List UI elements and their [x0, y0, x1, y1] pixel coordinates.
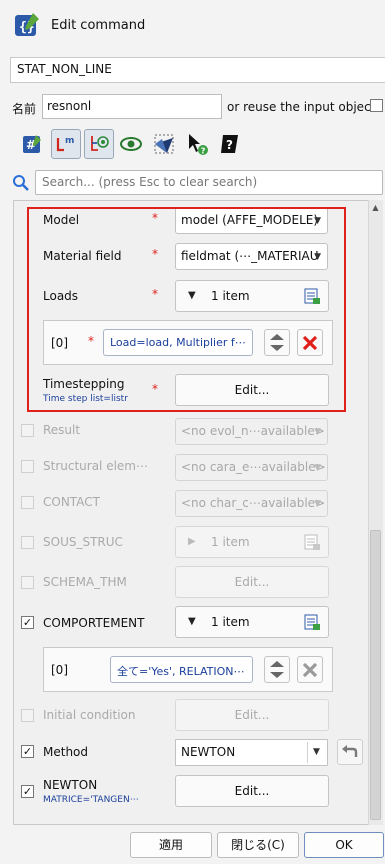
dropdown-arrow-icon: ▼	[314, 499, 321, 509]
delete-item-button[interactable]	[297, 656, 323, 683]
newton-edit-button[interactable]: Edit...	[175, 775, 329, 807]
reuse-label: or reuse the input object	[227, 100, 376, 114]
newton-sub: MATRICE='TANGEN⋯	[43, 795, 139, 805]
pointer-help-icon[interactable]: ?	[182, 129, 212, 159]
newton-label: NEWTON	[43, 778, 98, 792]
dropdown-arrow-icon: ▼	[314, 463, 321, 473]
hash-icon[interactable]: #	[17, 129, 47, 159]
dropdown-arrow-icon: ▼	[307, 742, 325, 763]
reuse-checkbox[interactable]	[370, 99, 383, 112]
result-value: <no evol_n⋯available>	[181, 424, 325, 438]
method-label: Method	[43, 745, 89, 759]
eye-icon[interactable]	[116, 129, 146, 159]
sous-struc-checkbox[interactable]	[21, 536, 34, 549]
collapse-triangle-icon: ▼	[188, 616, 196, 627]
sous-struc-list-button[interactable]: ▶ 1 item	[175, 526, 329, 558]
list-add-icon	[304, 534, 320, 553]
svg-text:?: ?	[201, 147, 206, 156]
lm-icon[interactable]: m	[51, 129, 81, 159]
list-add-icon	[304, 614, 320, 633]
initial-condition-edit-button[interactable]: Edit...	[175, 699, 329, 731]
structural-label: Structural elem⋯	[43, 459, 148, 473]
structural-value: <no cara_e⋯available>	[181, 460, 326, 474]
name-label: 名前	[12, 102, 37, 116]
svg-text:?: ?	[226, 138, 233, 152]
contact-label: CONTACT	[43, 495, 100, 509]
comportement-checkbox[interactable]: ✓	[21, 616, 34, 629]
scroll-thumb[interactable]	[370, 530, 381, 820]
svg-text:m: m	[65, 136, 74, 146]
mesh-icon[interactable]	[149, 129, 179, 159]
code-brackets-icon: {}	[14, 12, 40, 38]
dropdown-arrow-icon: ▼	[314, 427, 321, 437]
comportement-label: COMPORTEMENT	[43, 616, 145, 630]
comportement-list-button[interactable]: ▼ 1 item	[175, 606, 329, 638]
initial-condition-checkbox[interactable]	[21, 709, 34, 722]
result-checkbox[interactable]	[21, 424, 34, 437]
schema-thm-edit-button[interactable]: Edit...	[175, 566, 329, 598]
name-input[interactable]: resnonl	[42, 94, 222, 119]
sous-struc-label: SOUS_STRUC	[43, 535, 123, 549]
structural-checkbox[interactable]	[21, 460, 34, 473]
close-button[interactable]: 閉じる(C)	[217, 832, 299, 858]
command-name-field: STAT_NON_LINE	[10, 57, 385, 83]
schema-thm-checkbox[interactable]	[21, 576, 34, 589]
schema-thm-label: SCHEMA_THM	[43, 575, 127, 589]
contact-combo[interactable]: <no char_c⋯available> ▼	[175, 490, 328, 517]
method-combo[interactable]: NEWTON ▼	[175, 739, 328, 766]
initial-condition-label: Initial condition	[43, 708, 136, 722]
comportement-item-button[interactable]: 全て='Yes', RELATION⋯	[110, 656, 253, 683]
apply-button[interactable]: 適用	[130, 832, 212, 858]
sous-struc-count: 1 item	[211, 535, 250, 549]
tree-view-icon[interactable]	[84, 129, 114, 159]
contact-value: <no char_c⋯available>	[181, 496, 326, 510]
expand-triangle-icon: ▶	[188, 536, 196, 547]
method-checkbox[interactable]: ✓	[21, 745, 34, 758]
undo-arrow-icon	[342, 745, 358, 757]
search-icon	[12, 174, 30, 192]
reset-button[interactable]	[337, 739, 363, 765]
highlight-box	[27, 207, 346, 412]
newton-checkbox[interactable]: ✓	[21, 785, 34, 798]
move-up-down-button[interactable]	[264, 656, 290, 683]
up-down-arrows-icon	[270, 661, 284, 678]
help-book-icon[interactable]: ?	[215, 129, 245, 159]
contact-checkbox[interactable]	[21, 496, 34, 509]
delete-x-icon	[302, 662, 318, 677]
result-label: Result	[43, 423, 81, 437]
item-index: [0]	[51, 663, 68, 677]
dialog-title: Edit command	[51, 18, 146, 33]
scroll-up-arrow-icon[interactable]: ▲	[368, 200, 383, 215]
ok-button[interactable]: OK	[304, 832, 384, 858]
result-combo[interactable]: <no evol_n⋯available> ▼	[175, 418, 328, 445]
method-value: NEWTON	[181, 745, 236, 759]
comportement-count: 1 item	[211, 615, 250, 629]
search-input[interactable]: Search... (press Esc to clear search)	[35, 170, 383, 195]
structural-combo[interactable]: <no cara_e⋯available> ▼	[175, 454, 328, 481]
